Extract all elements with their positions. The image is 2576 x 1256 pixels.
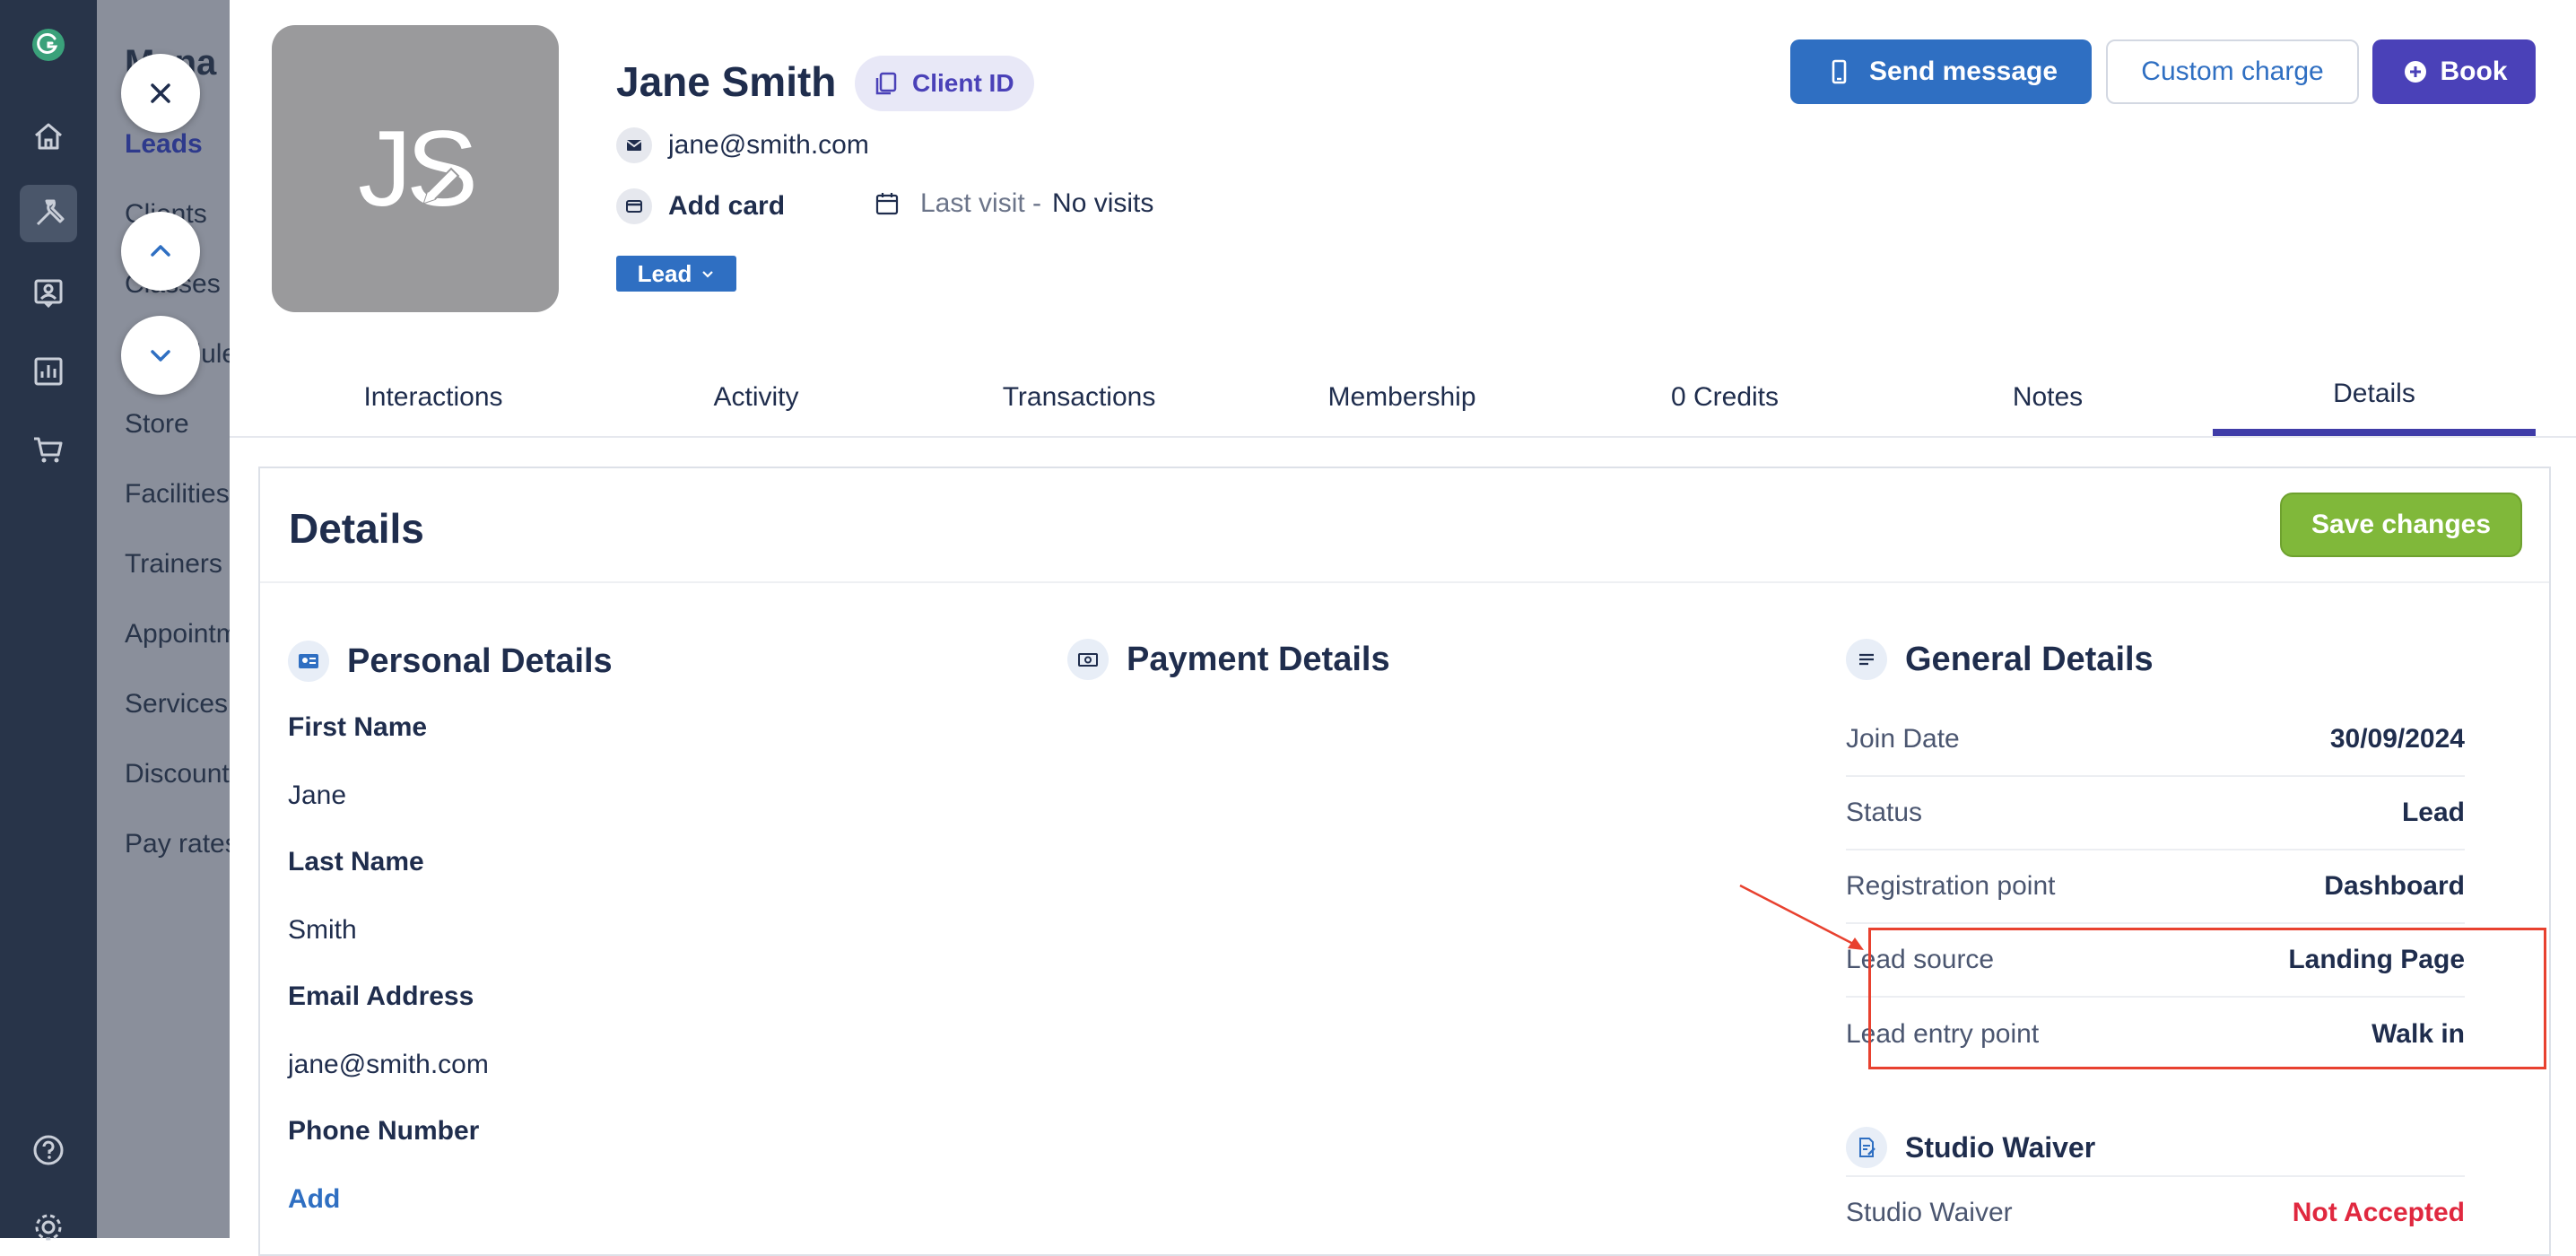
chevron-down-icon bbox=[702, 271, 714, 278]
last-visit-row: Last visit - No visits bbox=[874, 188, 1153, 219]
client-name: Jane Smith bbox=[616, 58, 837, 105]
general-row-join-date: Join Date 30/09/2024 bbox=[1846, 703, 2465, 777]
tab-membership[interactable]: Membership bbox=[1240, 359, 1563, 436]
phone-number-label: Phone Number bbox=[288, 1116, 480, 1146]
add-phone-link[interactable]: Add bbox=[288, 1184, 340, 1215]
subnav-item-pay-rates[interactable]: Pay rates bbox=[125, 829, 230, 859]
subnav-item-store[interactable]: Store bbox=[125, 409, 189, 440]
custom-charge-label: Custom charge bbox=[2141, 57, 2324, 86]
add-card-button[interactable]: Add card bbox=[616, 188, 785, 224]
first-name-value: Jane bbox=[288, 781, 347, 810]
contact-card-icon[interactable] bbox=[20, 264, 77, 321]
close-panel-button[interactable] bbox=[121, 54, 200, 133]
tab-transactions[interactable]: Transactions bbox=[918, 359, 1240, 436]
subnav-item-appointments[interactable]: Appointments bbox=[125, 619, 230, 650]
personal-details-heading: Personal Details bbox=[288, 641, 613, 682]
mobile-phone-icon bbox=[1832, 59, 1847, 84]
join-date-value: 30/09/2024 bbox=[2329, 724, 2465, 754]
tab-notes[interactable]: Notes bbox=[1886, 359, 2209, 436]
subnav-item-trainers[interactable]: Trainers bbox=[125, 549, 222, 580]
cash-icon bbox=[1067, 639, 1109, 680]
subnav-item-facilities[interactable]: Facilities bbox=[125, 479, 230, 510]
divider bbox=[260, 581, 2549, 583]
client-id-label: Client ID bbox=[912, 69, 1014, 97]
email-address-label: Email Address bbox=[288, 981, 474, 1011]
book-button[interactable]: Book bbox=[2372, 39, 2536, 104]
annotation-arrow bbox=[1739, 884, 1864, 950]
payment-details-heading: Payment Details bbox=[1067, 639, 1390, 680]
studio-waiver-title: Studio Waiver bbox=[1905, 1130, 2096, 1164]
help-icon[interactable] bbox=[20, 1121, 77, 1179]
profile-tabs: Interactions Activity Transactions Membe… bbox=[230, 359, 2576, 438]
status-value: Lead bbox=[2401, 798, 2465, 827]
details-card: Details Save changes Personal Details Fi… bbox=[258, 467, 2551, 1256]
last-name-label: Last Name bbox=[288, 847, 424, 877]
home-icon[interactable] bbox=[20, 108, 77, 165]
personal-details-title: Personal Details bbox=[347, 641, 613, 680]
registration-point-value: Dashboard bbox=[2324, 871, 2465, 901]
settings-gear-icon[interactable] bbox=[20, 1199, 77, 1256]
chevron-up-icon bbox=[151, 245, 170, 257]
app-icon-rail bbox=[0, 0, 97, 1241]
tools-icon[interactable] bbox=[20, 185, 77, 242]
copy-icon bbox=[875, 72, 897, 95]
next-client-button[interactable] bbox=[121, 316, 200, 395]
secondary-nav: Mana Leads Clients Classes Schedules Sto… bbox=[97, 0, 230, 1238]
send-message-button[interactable]: Send message bbox=[1790, 39, 2092, 104]
plus-circle-icon bbox=[2404, 61, 2426, 83]
tab-details[interactable]: Details bbox=[2213, 359, 2536, 436]
add-card-label: Add card bbox=[668, 191, 786, 221]
send-message-label: Send message bbox=[1868, 57, 2058, 86]
tab-activity[interactable]: Activity bbox=[595, 359, 918, 436]
avatar[interactable]: JS bbox=[272, 25, 559, 312]
id-card-icon bbox=[288, 641, 329, 682]
credit-card-icon bbox=[616, 188, 652, 224]
client-email: jane@smith.com bbox=[668, 130, 869, 160]
close-icon bbox=[151, 83, 170, 103]
email-icon bbox=[616, 127, 652, 163]
save-changes-button[interactable]: Save changes bbox=[2280, 493, 2522, 557]
general-details-title: General Details bbox=[1905, 640, 2154, 678]
first-name-label: First Name bbox=[288, 712, 428, 742]
subnav-item-services[interactable]: Services bbox=[125, 689, 228, 720]
calendar-icon bbox=[875, 193, 899, 215]
subnav-item-discounts[interactable]: Discounts bbox=[125, 759, 230, 789]
book-label: Book bbox=[2440, 57, 2508, 86]
registration-point-label: Registration point bbox=[1846, 871, 2056, 901]
cart-icon[interactable] bbox=[20, 422, 77, 479]
email-address-value: jane@smith.com bbox=[288, 1050, 489, 1079]
last-name-value: Smith bbox=[288, 915, 357, 945]
reports-icon[interactable] bbox=[20, 343, 77, 400]
last-visit-label: Last visit - bbox=[920, 188, 1042, 218]
subnav-item-leads[interactable]: Leads bbox=[125, 129, 203, 160]
document-sign-icon bbox=[1846, 1127, 1887, 1168]
status-dropdown[interactable]: Lead bbox=[616, 256, 736, 292]
join-date-label: Join Date bbox=[1846, 724, 1960, 754]
tab-credits[interactable]: 0 Credits bbox=[1563, 359, 1886, 436]
client-profile-panel: JS Jane Smith Client ID jane@smith.com A… bbox=[230, 0, 2576, 1256]
annotation-highlight-box bbox=[1868, 928, 2546, 1069]
last-visit-value: No visits bbox=[1052, 188, 1154, 218]
payment-details-title: Payment Details bbox=[1127, 640, 1390, 678]
list-lines-icon bbox=[1846, 639, 1887, 680]
edit-pencil-icon bbox=[422, 167, 460, 205]
general-row-status: Status Lead bbox=[1846, 777, 2465, 850]
studio-waiver-value: Not Accepted bbox=[2292, 1198, 2465, 1227]
client-id-button[interactable]: Client ID bbox=[855, 56, 1034, 111]
app-logo-icon[interactable] bbox=[20, 16, 77, 74]
email-row: jane@smith.com bbox=[616, 127, 869, 163]
tab-interactions[interactable]: Interactions bbox=[272, 359, 595, 436]
studio-waiver-heading: Studio Waiver bbox=[1846, 1127, 2095, 1168]
status-label: Status bbox=[1846, 798, 1923, 827]
chevron-down-icon bbox=[151, 350, 170, 362]
details-title: Details bbox=[289, 505, 424, 552]
custom-charge-button[interactable]: Custom charge bbox=[2106, 39, 2359, 104]
general-row-registration-point: Registration point Dashboard bbox=[1846, 850, 2465, 924]
status-badge: Lead bbox=[637, 259, 692, 287]
studio-waiver-label: Studio Waiver bbox=[1846, 1198, 2013, 1227]
previous-client-button[interactable] bbox=[121, 212, 200, 291]
general-details-heading: General Details bbox=[1846, 639, 2154, 680]
